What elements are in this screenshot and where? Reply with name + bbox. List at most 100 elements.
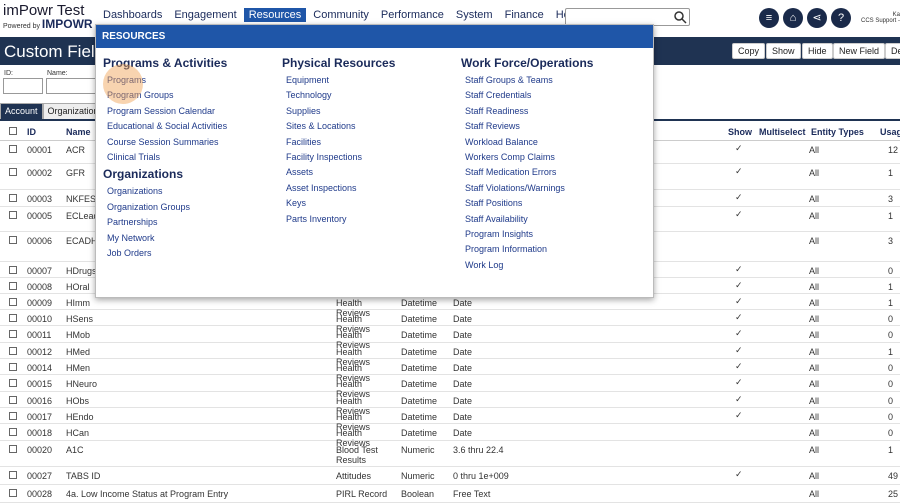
cell-name[interactable]: HOral bbox=[66, 282, 90, 292]
help-icon[interactable]: ? bbox=[831, 8, 851, 28]
search-icon[interactable] bbox=[673, 10, 687, 24]
col-id[interactable]: ID bbox=[27, 127, 36, 137]
delete-button[interactable]: De bbox=[885, 43, 900, 59]
menu-item-workers-comp-claims[interactable]: Workers Comp Claims bbox=[461, 150, 646, 165]
nav-dashboards[interactable]: Dashboards bbox=[98, 8, 167, 22]
row-checkbox[interactable] bbox=[9, 412, 17, 420]
row-checkbox[interactable] bbox=[9, 266, 17, 274]
copy-button[interactable]: Copy bbox=[732, 43, 766, 59]
user-info[interactable]: Ka CCS Support - bbox=[858, 12, 900, 24]
menu-item-asset-inspections[interactable]: Asset Inspections bbox=[282, 181, 457, 196]
table-row[interactable]: 00015 HNeuro Health Reviews Datetime Date ✓ Al… bbox=[0, 375, 900, 399]
col-multiselect[interactable]: Multiselect bbox=[759, 127, 806, 137]
nav-engagement[interactable]: Engagement bbox=[169, 8, 241, 22]
table-row[interactable]: 00010 HSens Health Reviews Datetime Date ✓ All… bbox=[0, 310, 900, 334]
cell-name[interactable]: HEndo bbox=[66, 412, 94, 422]
cell-name[interactable]: TABS ID bbox=[66, 471, 100, 481]
nav-system[interactable]: System bbox=[451, 8, 498, 22]
menu-item-job-orders[interactable]: Job Orders bbox=[103, 246, 278, 261]
table-row[interactable]: 00020 A1C Blood Test Results Numeric 3.6 thr… bbox=[0, 441, 900, 467]
row-checkbox[interactable] bbox=[9, 194, 17, 202]
cell-name[interactable]: HCan bbox=[66, 428, 89, 438]
row-checkbox[interactable] bbox=[9, 471, 17, 479]
menu-item-clinical-trials[interactable]: Clinical Trials bbox=[103, 150, 278, 165]
menu-item-supplies[interactable]: Supplies bbox=[282, 104, 457, 119]
menu-item-keys[interactable]: Keys bbox=[282, 196, 457, 211]
menu-item-staff-reviews[interactable]: Staff Reviews bbox=[461, 119, 646, 134]
brand-logo[interactable]: imPowr Test Powered by IMPOWR bbox=[3, 3, 93, 32]
cell-name[interactable]: 4a. Low Income Status at Program Entry bbox=[66, 489, 228, 499]
table-row[interactable]: 00017 HEndo Health Reviews Datetime Date ✓ All… bbox=[0, 408, 900, 432]
table-row[interactable]: 00027 TABS ID Attitudes Numeric 0 thru 1e+00… bbox=[0, 467, 900, 485]
share-icon[interactable]: ⋖ bbox=[807, 8, 827, 28]
menu-item-staff-credentials[interactable]: Staff Credentials bbox=[461, 88, 646, 103]
menu-item-technology[interactable]: Technology bbox=[282, 88, 457, 103]
table-row[interactable]: 00018 HCan Health Reviews Datetime Date All 0 bbox=[0, 424, 900, 448]
table-row[interactable]: 00028 4a. Low Income Status at Program En… bbox=[0, 485, 900, 503]
show-button[interactable]: Show bbox=[766, 43, 801, 59]
table-row[interactable]: 00014 HMen Health Reviews Datetime Date ✓ All 0 bbox=[0, 359, 900, 383]
menu-item-educational-social-activities[interactable]: Educational & Social Activities bbox=[103, 119, 278, 134]
menu-item-sites-locations[interactable]: Sites & Locations bbox=[282, 119, 457, 134]
menu-item-equipment[interactable]: Equipment bbox=[282, 73, 457, 88]
menu-item-work-log[interactable]: Work Log bbox=[461, 258, 646, 273]
cell-name[interactable]: HSens bbox=[66, 314, 93, 324]
cell-name[interactable]: HObs bbox=[66, 396, 89, 406]
new-field-button[interactable]: New Field bbox=[833, 43, 886, 59]
menu-item-staff-availability[interactable]: Staff Availability bbox=[461, 212, 646, 227]
id-filter-input[interactable] bbox=[3, 78, 43, 94]
nav-finance[interactable]: Finance bbox=[500, 8, 549, 22]
menu-item-staff-readiness[interactable]: Staff Readiness bbox=[461, 104, 646, 119]
cell-name[interactable]: ACR bbox=[66, 145, 85, 155]
select-all-checkbox[interactable] bbox=[9, 127, 17, 135]
menu-item-facilities[interactable]: Facilities bbox=[282, 135, 457, 150]
nav-resources[interactable]: Resources bbox=[243, 8, 307, 22]
menu-item-parts-inventory[interactable]: Parts Inventory bbox=[282, 212, 457, 227]
name-filter-input[interactable] bbox=[46, 78, 96, 94]
col-usage[interactable]: Usag bbox=[880, 127, 900, 137]
cell-name[interactable]: A1C bbox=[66, 445, 84, 455]
col-entity-types[interactable]: Entity Types bbox=[811, 127, 864, 137]
col-name[interactable]: Name bbox=[66, 127, 91, 137]
row-checkbox[interactable] bbox=[9, 363, 17, 371]
nav-performance[interactable]: Performance bbox=[376, 8, 449, 22]
menu-item-partnerships[interactable]: Partnerships bbox=[103, 215, 278, 230]
table-row[interactable]: 00016 HObs Health Reviews Datetime Date ✓ All 0 bbox=[0, 392, 900, 416]
menu-item-assets[interactable]: Assets bbox=[282, 165, 457, 180]
table-row[interactable]: 00011 HMob Health Reviews Datetime Date ✓ All 0 bbox=[0, 326, 900, 350]
menu-icon[interactable]: ≡ bbox=[759, 8, 779, 28]
menu-item-staff-positions[interactable]: Staff Positions bbox=[461, 196, 646, 211]
cell-name[interactable]: HDrugs bbox=[66, 266, 97, 276]
row-checkbox[interactable] bbox=[9, 379, 17, 387]
menu-item-staff-medication-errors[interactable]: Staff Medication Errors bbox=[461, 165, 646, 180]
row-checkbox[interactable] bbox=[9, 282, 17, 290]
menu-item-program-insights[interactable]: Program Insights bbox=[461, 227, 646, 242]
menu-item-program-session-calendar[interactable]: Program Session Calendar bbox=[103, 104, 278, 119]
table-row[interactable]: 00012 HMed Health Reviews Datetime Date ✓ All 1 bbox=[0, 343, 900, 367]
row-checkbox[interactable] bbox=[9, 445, 17, 453]
col-show[interactable]: Show bbox=[728, 127, 752, 137]
menu-item-organizations[interactable]: Organizations bbox=[103, 184, 278, 199]
tab-account[interactable]: Account bbox=[0, 103, 43, 119]
row-checkbox[interactable] bbox=[9, 145, 17, 153]
cell-name[interactable]: HMed bbox=[66, 347, 90, 357]
cell-name[interactable]: HImm bbox=[66, 298, 90, 308]
row-checkbox[interactable] bbox=[9, 330, 17, 338]
row-checkbox[interactable] bbox=[9, 236, 17, 244]
menu-item-my-network[interactable]: My Network bbox=[103, 231, 278, 246]
menu-item-staff-violations-warnings[interactable]: Staff Violations/Warnings bbox=[461, 181, 646, 196]
cell-name[interactable]: HNeuro bbox=[66, 379, 97, 389]
cell-name[interactable]: HMob bbox=[66, 330, 90, 340]
row-checkbox[interactable] bbox=[9, 428, 17, 436]
menu-item-facility-inspections[interactable]: Facility Inspections bbox=[282, 150, 457, 165]
menu-item-course-session-summaries[interactable]: Course Session Summaries bbox=[103, 135, 278, 150]
row-checkbox[interactable] bbox=[9, 298, 17, 306]
menu-item-program-information[interactable]: Program Information bbox=[461, 242, 646, 257]
row-checkbox[interactable] bbox=[9, 347, 17, 355]
menu-item-workload-balance[interactable]: Workload Balance bbox=[461, 135, 646, 150]
row-checkbox[interactable] bbox=[9, 314, 17, 322]
row-checkbox[interactable] bbox=[9, 168, 17, 176]
nav-community[interactable]: Community bbox=[308, 8, 374, 22]
menu-item-organization-groups[interactable]: Organization Groups bbox=[103, 200, 278, 215]
hide-button[interactable]: Hide bbox=[802, 43, 833, 59]
